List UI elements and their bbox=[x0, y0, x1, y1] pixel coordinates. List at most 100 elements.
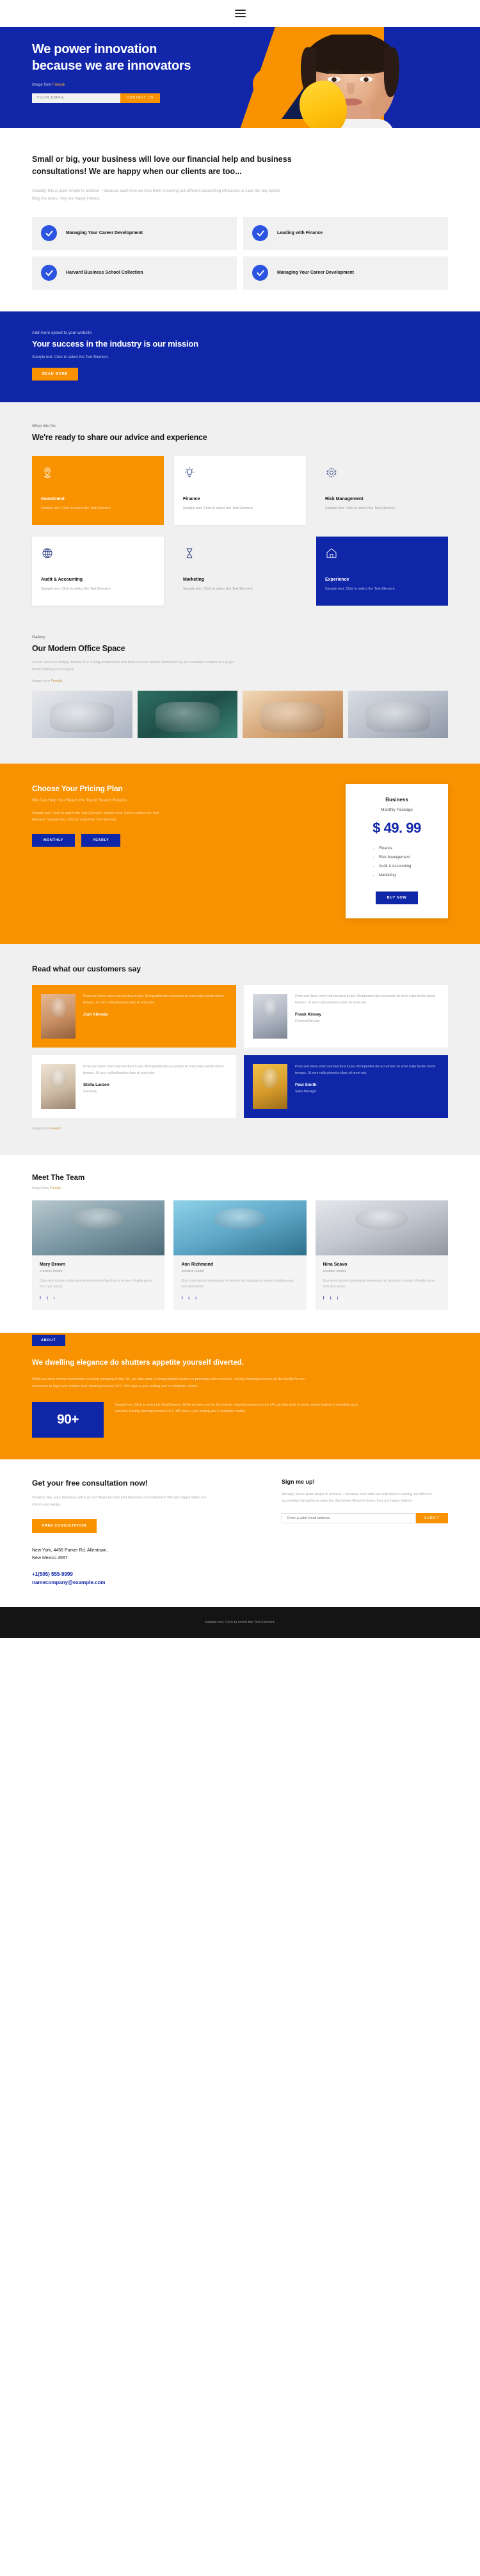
contact-us-button[interactable]: CONTACT US bbox=[120, 93, 160, 103]
stat-title: We dwelling elegance do shutters appetit… bbox=[32, 1358, 244, 1367]
testimonial-quote: Proin sed libero enim sed faucibus turpi… bbox=[295, 994, 436, 1005]
member-role: creative leader bbox=[181, 1269, 205, 1273]
pricing-section: Choose Your Pricing Plan We Can Help You… bbox=[0, 763, 480, 944]
facebook-icon[interactable]: f bbox=[323, 1296, 324, 1301]
facebook-icon[interactable]: f bbox=[40, 1296, 41, 1301]
phone-number[interactable]: +1(505) 555-9999 bbox=[32, 1571, 256, 1577]
twitter-icon[interactable]: t bbox=[188, 1296, 189, 1301]
subscribe-submit-button[interactable]: SUBMIT bbox=[415, 1512, 448, 1523]
testimonial-role: Secretary bbox=[83, 1090, 97, 1094]
cta-eyebrow: Add more speed to your website bbox=[32, 330, 92, 335]
gallery-image[interactable] bbox=[137, 690, 237, 738]
member-photo bbox=[315, 1200, 448, 1255]
subscribe-email-input[interactable] bbox=[282, 1512, 416, 1523]
plan-feature: Risk Management bbox=[379, 856, 436, 860]
service-card-risk-management[interactable]: Risk Management Sample text. Click to se… bbox=[316, 456, 448, 525]
testimonial-card: Proin sed libero enim sed faucibus turpi… bbox=[32, 1055, 236, 1118]
pricing-subtitle: We Can Help You Reach the Top of Search … bbox=[32, 797, 127, 803]
read-more-button[interactable]: READ MORE bbox=[32, 367, 78, 381]
member-name: Mary Brown bbox=[40, 1262, 66, 1267]
address-line-1: New York, 4456 Parker Rd. Allentown, bbox=[32, 1548, 108, 1553]
plan-period: Monthly Package bbox=[381, 807, 413, 812]
credit-source-link[interactable]: Freepik bbox=[50, 1127, 61, 1131]
gallery-image[interactable] bbox=[32, 690, 132, 738]
avatar bbox=[41, 993, 76, 1039]
service-title: Marketing bbox=[183, 577, 205, 583]
member-social-links: f t i bbox=[181, 1296, 306, 1301]
testimonial-quote: Proin sed libero enim sed faucibus turpi… bbox=[83, 994, 224, 1005]
stat-side-text: Sample text. Click to select the Text El… bbox=[115, 1402, 358, 1413]
feature-item[interactable]: Managing Your Career Development bbox=[32, 216, 237, 250]
team-section: Meet The Team Image from Freepik Mary Br… bbox=[0, 1154, 480, 1333]
service-card-marketing[interactable]: Marketing Sample text. Click to select t… bbox=[174, 537, 306, 606]
about-badge: ABOUT bbox=[32, 1334, 65, 1346]
check-icon bbox=[252, 265, 268, 281]
credit-source-link[interactable]: Freepik bbox=[52, 83, 65, 87]
credit-source-link[interactable]: Freepik bbox=[50, 1186, 61, 1190]
services-title: We're ready to share our advice and expe… bbox=[32, 432, 207, 442]
globe-icon bbox=[41, 547, 155, 566]
testimonials-image-credit: Image from Freepik bbox=[32, 1127, 448, 1131]
team-title: Meet The Team bbox=[32, 1174, 85, 1182]
yearly-toggle-button[interactable]: YEARLY bbox=[81, 833, 121, 847]
testimonial-quote: Proin sed libero enim sed faucibus turpi… bbox=[83, 1064, 224, 1075]
service-title: Audit & Accounting bbox=[41, 577, 83, 583]
feature-item[interactable]: Leading with Finance bbox=[243, 216, 448, 250]
gallery-image[interactable] bbox=[348, 690, 448, 738]
monthly-toggle-button[interactable]: MONTHLY bbox=[32, 833, 75, 847]
hourglass-icon bbox=[183, 547, 297, 566]
testimonial-name: Stella Larson bbox=[83, 1083, 109, 1088]
avatar bbox=[41, 1064, 76, 1109]
team-member-card: Nina Scavo creative leader Quis enim lob… bbox=[315, 1200, 448, 1310]
service-card-experience[interactable]: Experience Sample text. Click to select … bbox=[316, 536, 448, 606]
service-body: Sample text. Click to select the Text El… bbox=[41, 507, 111, 511]
pricing-title: Choose Your Pricing Plan bbox=[32, 783, 123, 793]
lightbulb-icon bbox=[183, 466, 297, 485]
service-card-investment[interactable]: Investment Sample text. Click to select … bbox=[32, 455, 164, 525]
plan-feature: Finance bbox=[379, 847, 436, 851]
feature-label: Managing Your Career Development bbox=[277, 271, 354, 276]
member-photo bbox=[173, 1200, 307, 1255]
feature-label: Leading with Finance bbox=[277, 231, 323, 236]
twitter-icon[interactable]: t bbox=[47, 1296, 48, 1301]
credit-source-link[interactable]: Freepik bbox=[51, 679, 62, 683]
service-card-finance[interactable]: Finance Sample text. Click to select the… bbox=[174, 455, 306, 525]
instagram-icon[interactable]: i bbox=[337, 1296, 339, 1301]
home-icon bbox=[325, 547, 439, 566]
gallery-image[interactable] bbox=[243, 690, 343, 738]
instagram-icon[interactable]: i bbox=[195, 1296, 196, 1301]
instagram-icon[interactable]: i bbox=[54, 1296, 55, 1301]
gallery-image-credit: Image from Freepik bbox=[32, 679, 448, 683]
service-body: Sample text. Click to select the Text El… bbox=[41, 587, 111, 592]
credit-prefix: Image from bbox=[32, 82, 53, 87]
subscribe-form: SUBMIT bbox=[282, 1512, 448, 1523]
stat-number: 90+ bbox=[32, 1401, 104, 1438]
hero-email-input[interactable] bbox=[32, 93, 120, 103]
pricing-card-business: Business Monthly Package $ 49. 99 Financ… bbox=[346, 783, 448, 918]
member-photo bbox=[32, 1200, 165, 1255]
service-title: Risk Management bbox=[325, 497, 364, 502]
testimonial-role: Financial Director bbox=[295, 1019, 320, 1024]
gallery-title: Our Modern Office Space bbox=[32, 643, 125, 653]
service-card-audit-accounting[interactable]: Audit & Accounting Sample text. Click to… bbox=[32, 536, 164, 606]
plan-feature-list: Finance Risk Management Audit & Accounti… bbox=[379, 847, 436, 877]
member-role: creative leader bbox=[40, 1269, 63, 1273]
twitter-icon[interactable]: t bbox=[330, 1296, 332, 1301]
service-title: Experience bbox=[325, 577, 349, 583]
email-address[interactable]: namecompany@example.com bbox=[32, 1580, 256, 1585]
signup-body: Actually, this is quite simple to achiev… bbox=[282, 1492, 432, 1504]
map-pin-icon bbox=[41, 466, 155, 485]
stat-body: While we were not the first interior cle… bbox=[32, 1378, 305, 1388]
member-name: Ann Richmond bbox=[181, 1262, 214, 1267]
hero-section: We power innovation because we are innov… bbox=[0, 27, 480, 128]
hamburger-menu-icon[interactable] bbox=[234, 10, 246, 17]
feature-item[interactable]: Harvard Business School Collection bbox=[32, 256, 237, 290]
facebook-icon[interactable]: f bbox=[181, 1296, 182, 1301]
cta-banner-section: Add more speed to your website Your succ… bbox=[0, 311, 480, 402]
cta-title: Your success in the industry is our miss… bbox=[32, 338, 198, 349]
about-stat-section: ABOUT We dwelling elegance do shutters a… bbox=[0, 1332, 480, 1459]
services-grid: Investment Sample text. Click to select … bbox=[32, 455, 448, 606]
free-consultation-button[interactable]: FREE CONSULTATION bbox=[32, 1518, 97, 1533]
buy-now-button[interactable]: BUY NOW bbox=[375, 891, 419, 904]
feature-item[interactable]: Managing Your Career Development bbox=[243, 256, 448, 290]
